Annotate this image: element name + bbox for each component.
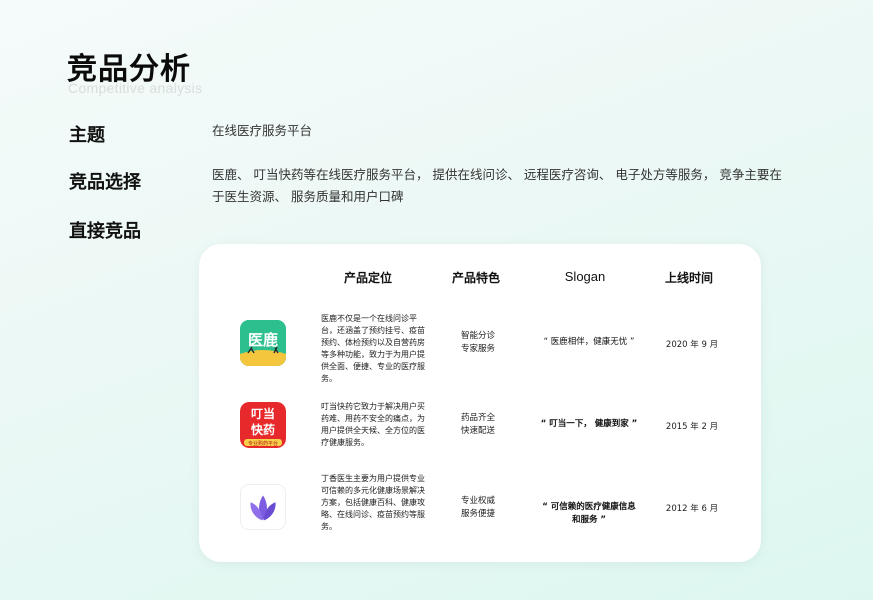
yilu-feature-1: 智能分诊 — [460, 331, 495, 341]
dingdang-app-icon: 叮当 快药 专业购药平台 — [240, 402, 286, 448]
selection-text-line2: 于医生资源、 服务质量和用户口碑 — [212, 189, 404, 204]
dingdang-features: 药品齐全 快速配送 — [443, 412, 513, 438]
header-launch: 上线时间 — [664, 271, 714, 285]
header-features: 产品特色 — [451, 271, 501, 285]
direct-competitor-label: 直接竞品 — [69, 221, 141, 242]
dingdang-icon-text-top: 叮当 — [251, 406, 275, 421]
dingxiang-app-icon — [240, 484, 286, 530]
yilu-icon-text: 医鹿 — [248, 331, 278, 349]
dingxiang-features: 专业权威 服务便捷 — [443, 495, 513, 521]
dingdang-feature-1: 药品齐全 — [460, 413, 495, 423]
page-subtitle: Competitive analysis — [68, 80, 203, 96]
dingxiang-slogan: “ 可信赖的医疗健康信息和服务 ” — [542, 502, 636, 525]
yilu-slogan: “ 医鹿相伴，健康无忧 ” — [543, 337, 635, 347]
yilu-launch-date: 2020 年 9 月 — [665, 340, 719, 350]
selection-label: 竞品选择 — [69, 172, 141, 193]
selection-text: 医鹿、 叮当快药等在线医疗服务平台， 提供在线问诊、 远程医疗咨询、 电子处方等… — [212, 164, 782, 208]
topic-text: 在线医疗服务平台 — [212, 123, 313, 138]
dingxiang-feature-1: 专业权威 — [460, 496, 495, 506]
selection-text-line1: 医鹿、 叮当快药等在线医疗服务平台， 提供在线问诊、 远程医疗咨询、 电子处方等… — [212, 167, 782, 182]
yilu-app-icon: 医鹿 — [240, 320, 286, 366]
yilu-feature-2: 专家服务 — [460, 344, 495, 354]
topic-label: 主题 — [69, 125, 105, 146]
yilu-features: 智能分诊 专家服务 — [443, 330, 513, 356]
dingxiang-feature-2: 服务便捷 — [460, 509, 495, 519]
dingdang-icon-text-bottom: 专业购药平台 — [248, 440, 278, 447]
dingxiang-launch-date: 2012 年 6 月 — [665, 504, 719, 514]
header-position: 产品定位 — [343, 271, 393, 285]
yilu-description: 医鹿不仅是一个在线问诊平台，还涵盖了预约挂号、疫苗预约、体检预约以及自营药房等多… — [321, 314, 425, 383]
dingdang-slogan: “ 叮当一下， 健康到家 ” — [540, 419, 638, 429]
header-slogan: Slogan — [564, 269, 606, 284]
dingxiang-description: 丁香医生主要为用户提供专业可信赖的多元化健康场景解决方案，包括健康百科、健康攻略… — [321, 474, 425, 531]
dingdang-launch-date: 2015 年 2 月 — [665, 422, 719, 432]
dingdang-icon-text-mid: 快药 — [251, 422, 275, 437]
dingdang-description: 叮当快药它致力于解决用户买药难、用药不安全的痛点，为用户提供全天候、全方位的医疗… — [321, 402, 425, 447]
dingdang-feature-2: 快速配送 — [460, 426, 495, 436]
